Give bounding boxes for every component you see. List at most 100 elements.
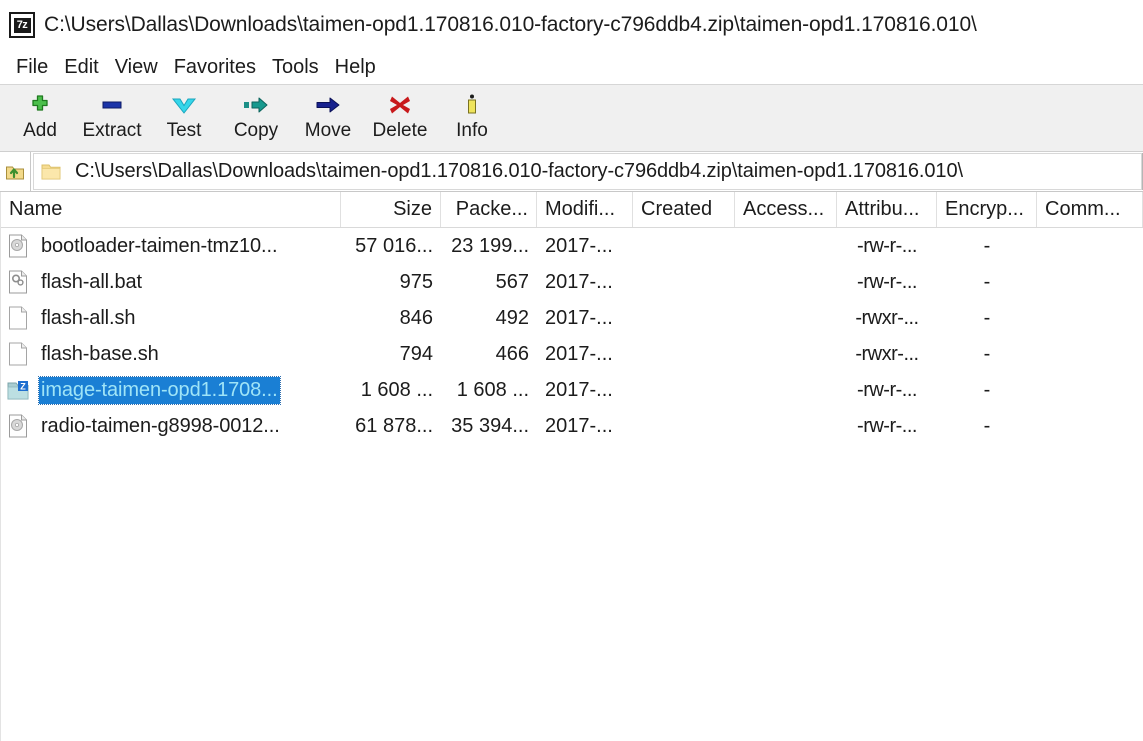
file-list-body: bootloader-taimen-tmz10... 57 016... 23 19… [1,228,1143,741]
cell-size: 57 016... [355,234,433,257]
window-title: C:\Users\Dallas\Downloads\taimen-opd1.17… [44,13,977,36]
toolbar: Add Extract Test Copy Move Delete Info [0,85,1143,152]
info-icon [455,92,489,118]
cell-comment [1037,264,1143,300]
file-list: Name Size Packe... Modifi... Created Acc… [0,192,1143,741]
delete-button-label: Delete [372,120,428,141]
cell-name: flash-base.sh [1,336,341,372]
cell-name: flash-all.bat [1,264,341,300]
menu-item-file[interactable]: File [8,54,56,80]
blank-file-icon [7,342,29,366]
cell-comment [1037,408,1143,444]
add-button[interactable]: Add [4,85,76,148]
info-button[interactable]: Info [436,85,508,148]
column-header-modified[interactable]: Modifi... [537,192,633,227]
cell-encrypted: - [983,342,991,365]
cell-created [633,372,735,408]
cell-name: Zimage-taimen-opd1.1708... [1,372,341,408]
arrow-right-copy-icon [239,92,273,118]
column-header-encrypted[interactable]: Encryp... [937,192,1037,227]
folder-icon [41,162,63,182]
up-folder-icon[interactable] [0,152,31,191]
file-list-header: Name Size Packe... Modifi... Created Acc… [1,192,1143,228]
test-button[interactable]: Test [148,85,220,148]
info-button-label: Info [456,120,488,141]
blank-file-icon [7,306,29,330]
column-header-name[interactable]: Name [1,192,341,227]
cell-attributes: -rw-r-... [857,234,917,257]
path-input[interactable]: C:\Users\Dallas\Downloads\taimen-opd1.17… [33,153,1143,190]
menu-item-help[interactable]: Help [327,54,384,80]
file-name-text: radio-taimen-g8998-0012... [41,414,280,437]
column-header-size[interactable]: Size [341,192,441,227]
cell-modified: 2017-... [545,378,613,401]
cell-attributes: -rwxr-... [855,306,919,329]
disc-image-file-icon [7,414,29,438]
sevenzip-logo-text: 7z [13,17,31,33]
menu-bar: File Edit View Favorites Tools Help [0,50,1143,85]
add-button-label: Add [23,120,57,141]
copy-button-label: Copy [233,120,279,141]
move-button-label: Move [304,120,352,141]
move-button[interactable]: Move [292,85,364,148]
menu-item-view[interactable]: View [107,54,166,80]
cell-modified: 2017-... [545,270,613,293]
svg-text:Z: Z [20,382,26,392]
extract-button[interactable]: Extract [76,85,148,148]
cell-accessed [735,228,837,264]
sevenzip-logo-icon: 7z [9,12,35,38]
cell-packed: 35 394... [451,414,529,437]
menu-item-tools[interactable]: Tools [264,54,327,80]
delete-button[interactable]: Delete [364,85,436,148]
cell-created [633,228,735,264]
cell-packed: 1 608 ... [456,378,529,401]
cell-packed: 492 [495,306,529,329]
cell-created [633,300,735,336]
table-row[interactable]: flash-base.sh 794 466 2017-... -rwxr-... - [1,336,1143,372]
file-name-text: image-taimen-opd1.1708... [38,375,281,405]
file-name-text: bootloader-taimen-tmz10... [41,234,278,257]
cell-accessed [735,336,837,372]
column-header-packed[interactable]: Packe... [441,192,537,227]
disc-image-file-icon [7,234,29,258]
cell-name: bootloader-taimen-tmz10... [1,228,341,264]
column-header-comment[interactable]: Comm... [1037,192,1143,227]
column-header-accessed[interactable]: Access... [735,192,837,227]
table-row[interactable]: radio-taimen-g8998-0012... 61 878... 35 39… [1,408,1143,444]
column-header-attributes[interactable]: Attribu... [837,192,937,227]
plus-icon [23,92,57,118]
title-bar: 7z C:\Users\Dallas\Downloads\taimen-opd1… [0,0,1143,50]
cell-created [633,336,735,372]
cell-accessed [735,300,837,336]
path-text: C:\Users\Dallas\Downloads\taimen-opd1.17… [75,160,963,182]
test-button-label: Test [166,120,202,141]
cell-modified: 2017-... [545,306,613,329]
cell-modified: 2017-... [545,414,613,437]
cell-size: 975 [399,270,433,293]
menu-item-edit[interactable]: Edit [56,54,106,80]
table-row[interactable]: flash-all.bat 975 567 2017-... -rw-r-... - [1,264,1143,300]
cell-encrypted: - [983,270,991,293]
chevron-down-icon [167,92,201,118]
cell-created [633,264,735,300]
table-row[interactable]: flash-all.sh 846 492 2017-... -rwxr-... - [1,300,1143,336]
cell-created [633,408,735,444]
cell-modified: 2017-... [545,234,613,257]
file-name-text: flash-all.bat [41,270,142,293]
cell-encrypted: - [983,414,991,437]
copy-button[interactable]: Copy [220,85,292,148]
cell-comment [1037,372,1143,408]
table-row[interactable]: bootloader-taimen-tmz10... 57 016... 23 19… [1,228,1143,264]
column-header-created[interactable]: Created [633,192,735,227]
cell-size: 61 878... [355,414,433,437]
cell-size: 794 [399,342,433,365]
extract-button-label: Extract [82,120,142,141]
table-row[interactable]: Zimage-taimen-opd1.1708... 1 608 ... 1 608… [1,372,1143,408]
cell-encrypted: - [983,234,991,257]
cell-attributes: -rw-r-... [857,414,917,437]
cell-comment [1037,300,1143,336]
cell-attributes: -rw-r-... [857,378,917,401]
cell-encrypted: - [983,306,991,329]
menu-item-favorites[interactable]: Favorites [166,54,264,80]
cell-packed: 23 199... [451,234,529,257]
